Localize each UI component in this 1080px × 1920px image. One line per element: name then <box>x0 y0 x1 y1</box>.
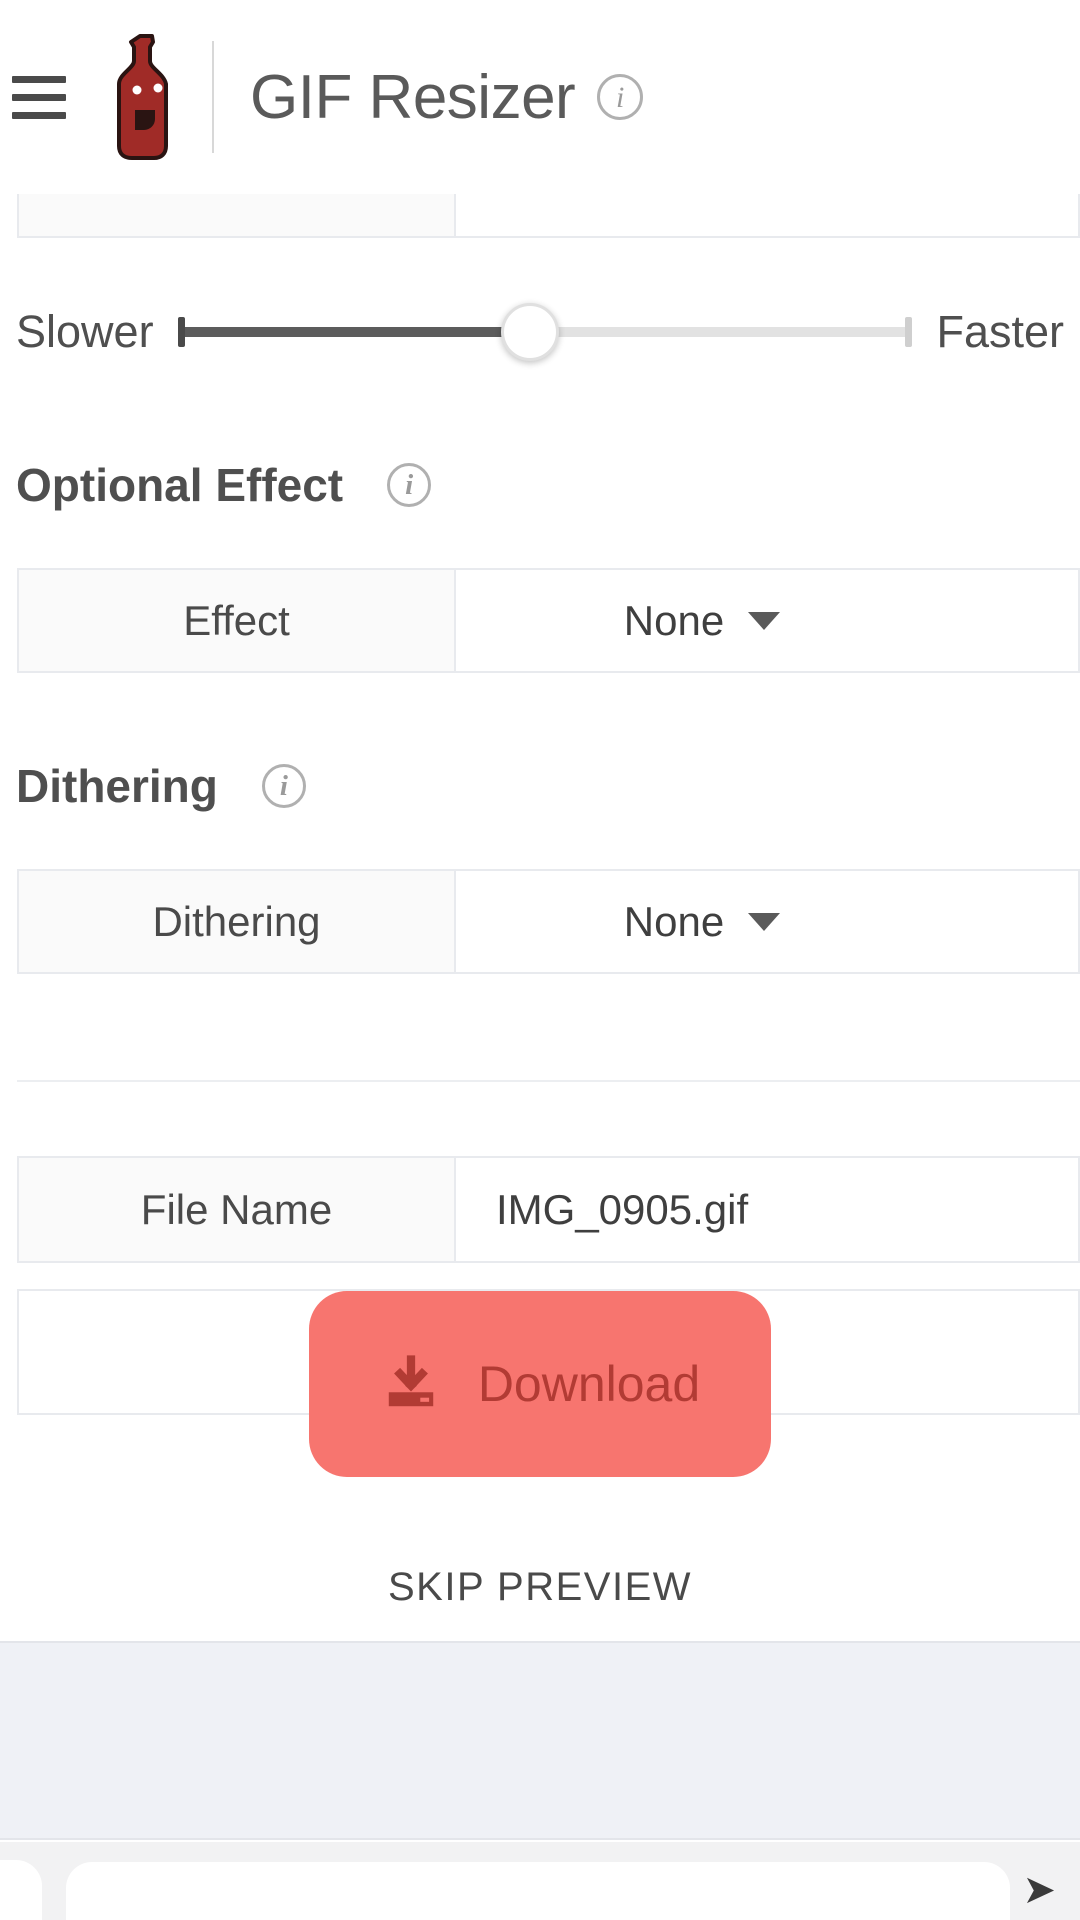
effect-selected-value: None <box>623 596 725 644</box>
hamburger-bar <box>12 93 66 101</box>
chevron-down-icon <box>748 611 781 630</box>
download-area: Download <box>0 1289 1080 1477</box>
slider-tick-start-icon <box>177 317 185 347</box>
app-header: GIF Resizer i <box>0 0 1080 194</box>
dithering-heading-label: Dithering <box>16 760 218 812</box>
file-name-input[interactable]: IMG_0905.gif <box>456 1158 1078 1261</box>
hamburger-menu-icon[interactable] <box>6 64 72 130</box>
skip-preview-button[interactable]: SKIP PREVIEW <box>0 1565 1080 1610</box>
dithering-label-cell: Dithering <box>19 871 456 972</box>
download-button-label: Download <box>477 1356 701 1412</box>
optional-effect-heading-label: Optional Effect <box>16 459 344 511</box>
file-name-label-cell: File Name <box>19 1158 456 1261</box>
dithering-value-cell[interactable]: None <box>456 871 1078 972</box>
effect-label-cell: Effect <box>19 570 456 671</box>
download-button[interactable]: Download <box>309 1291 771 1477</box>
hamburger-bar <box>12 111 66 119</box>
bottle-logo-icon[interactable] <box>110 34 182 160</box>
chevron-right-icon[interactable]: ➤ <box>1022 1870 1056 1910</box>
dithering-row[interactable]: Dithering None <box>17 869 1080 974</box>
table-row-partial <box>17 194 1080 238</box>
page-title: GIF Resizer <box>250 62 576 132</box>
hamburger-bar <box>12 75 66 83</box>
effect-row[interactable]: Effect None <box>17 568 1080 673</box>
partial-row-label-cell <box>19 194 456 236</box>
header-info-icon[interactable]: i <box>597 74 644 120</box>
settings-content: Slower Faster Optional Effect i Effect N… <box>0 194 1080 1641</box>
bottom-banner-panel <box>0 1641 1080 1840</box>
slider-min-label: Slower <box>16 306 154 357</box>
browser-tab-left[interactable] <box>0 1860 42 1920</box>
section-divider <box>17 1080 1080 1082</box>
file-name-row[interactable]: File Name IMG_0905.gif <box>17 1156 1080 1263</box>
slider-max-label: Faster <box>936 306 1064 357</box>
partial-row-value-cell <box>456 194 1078 236</box>
dithering-selected-value: None <box>623 897 725 945</box>
bottle-logo-svg <box>117 34 168 160</box>
optional-effect-info-icon[interactable]: i <box>387 463 432 507</box>
slider-thumb[interactable] <box>501 303 560 361</box>
browser-tab-main[interactable] <box>66 1862 1010 1920</box>
download-icon <box>388 1355 434 1407</box>
dithering-info-icon[interactable]: i <box>261 764 306 808</box>
header-divider <box>212 41 214 153</box>
effect-value-cell[interactable]: None <box>456 570 1078 671</box>
chevron-down-icon <box>748 912 781 931</box>
browser-chrome-bar: ➤ <box>0 1842 1080 1920</box>
optional-effect-heading: Optional Effect i <box>0 458 1080 512</box>
speed-slider-row: Slower Faster <box>0 276 1080 388</box>
slider-tick-end-icon <box>905 317 913 347</box>
app-root: GIF Resizer i Slower Faster Optional Eff… <box>0 0 1080 1920</box>
speed-slider[interactable] <box>177 302 913 362</box>
slider-track-fill <box>177 327 531 337</box>
dithering-heading: Dithering i <box>0 759 1080 813</box>
